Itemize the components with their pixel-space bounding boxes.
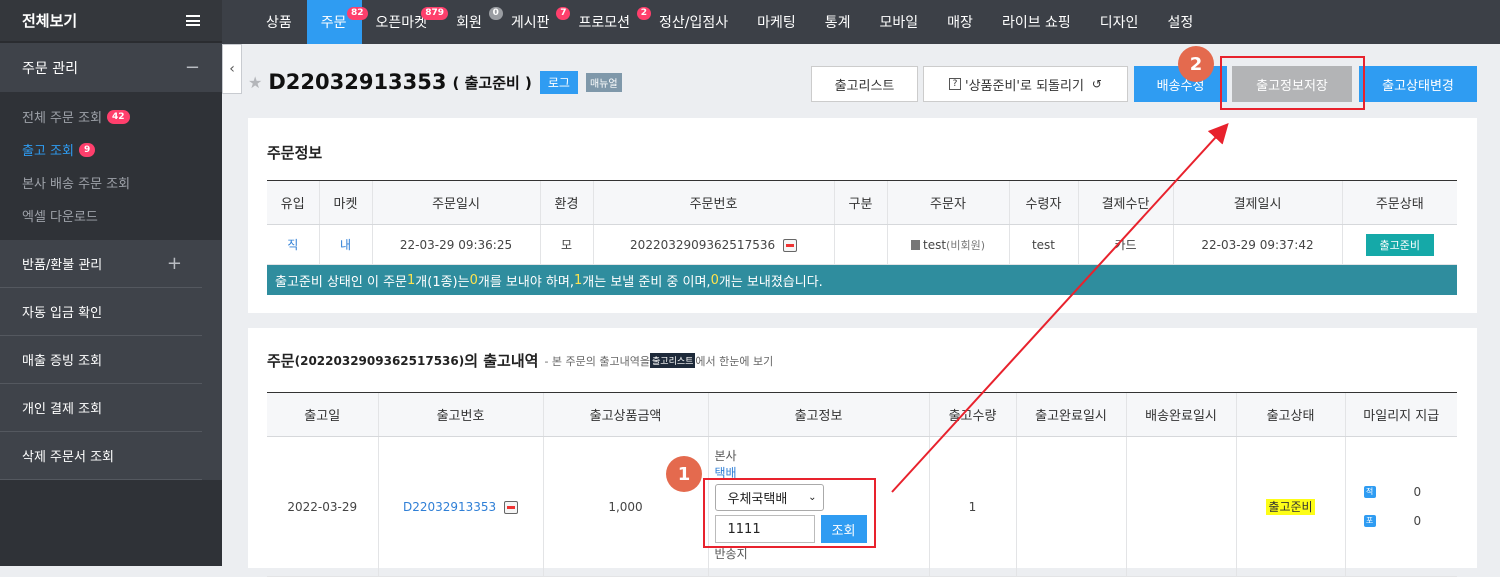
annotation-step-2: 2 bbox=[1178, 46, 1214, 82]
count-badge: 879 bbox=[421, 7, 449, 20]
annotation-step-1: 1 bbox=[666, 456, 702, 492]
count-badge: 2 bbox=[636, 7, 651, 20]
count-badge: 82 bbox=[347, 7, 368, 20]
annotation-arrow bbox=[891, 123, 1229, 493]
count-badge: 0 bbox=[488, 7, 503, 20]
